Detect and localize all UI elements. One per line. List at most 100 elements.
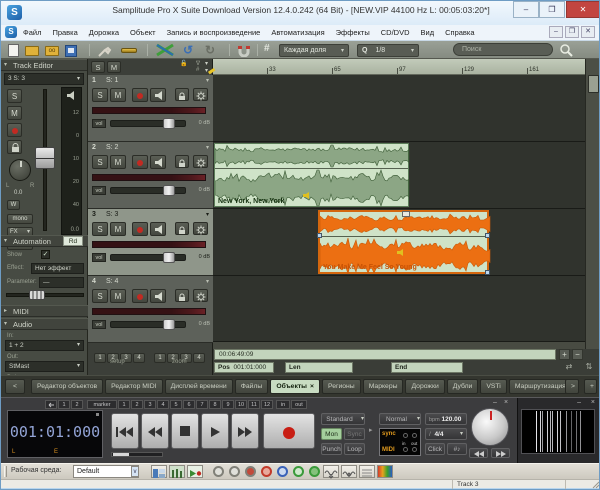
track-mute-button[interactable]: M xyxy=(110,155,126,169)
bpm-select[interactable]: bpm 120.00 xyxy=(425,413,467,425)
track-solo-button[interactable]: S xyxy=(92,88,108,102)
track-selector[interactable]: 3 S: 3 xyxy=(4,73,84,85)
track-solo-button[interactable]: S xyxy=(92,222,108,236)
track-menu-arrow[interactable]: ▾ xyxy=(206,77,209,84)
mixer-icon[interactable] xyxy=(169,465,185,478)
menu-item-5[interactable]: Автоматизация xyxy=(271,25,324,40)
marker-button-9[interactable]: 9 xyxy=(222,400,234,409)
track-volume-thumb[interactable] xyxy=(163,252,175,263)
undo-icon[interactable]: ↺ xyxy=(183,43,193,57)
marker-button-3[interactable]: 3 xyxy=(144,400,156,409)
horizontal-scrollbar[interactable]: 00:06:49:09 xyxy=(214,349,556,360)
monitor-indicator-icon[interactable] xyxy=(293,466,304,477)
object-speaker-icon[interactable] xyxy=(303,186,312,204)
new-project-icon[interactable] xyxy=(8,44,19,57)
snap-magnet-icon[interactable] xyxy=(237,44,251,58)
range-button-1[interactable]: 1 xyxy=(58,400,70,409)
record-arm-button[interactable] xyxy=(7,123,22,137)
track-record-button[interactable] xyxy=(132,289,148,303)
eq-view-icon[interactable] xyxy=(359,465,375,478)
go-to-start-button[interactable] xyxy=(111,413,139,449)
object-handle-right[interactable] xyxy=(485,233,490,238)
menu-item-6[interactable]: Эффекты xyxy=(336,25,370,40)
close-button[interactable]: ✕ xyxy=(566,1,600,18)
track-menu-arrow[interactable]: ▾ xyxy=(206,278,209,285)
marker-button-10[interactable]: 10 xyxy=(235,400,247,409)
tab-8[interactable]: Дубли xyxy=(447,379,479,394)
tab-3[interactable]: Файлы xyxy=(235,379,269,394)
marker-button-1[interactable]: 1 xyxy=(118,400,130,409)
shuttle-slider[interactable] xyxy=(111,452,163,457)
workspace-select[interactable]: Default xyxy=(73,465,139,478)
volume-fader-thumb[interactable] xyxy=(35,147,55,169)
automation-slider-thumb[interactable] xyxy=(29,290,45,300)
object-handle-corner[interactable] xyxy=(485,270,490,275)
menu-item-2[interactable]: Дорожка xyxy=(89,25,119,40)
crossfade-editor-icon[interactable] xyxy=(155,43,175,57)
track-volume-slider[interactable] xyxy=(110,254,186,261)
quantize-select[interactable]: Q1/8 xyxy=(357,44,419,57)
save-icon[interactable] xyxy=(65,45,77,57)
tab-10[interactable]: Маршрутизация xyxy=(509,379,572,394)
time-display[interactable]: 001:01:000 L E xyxy=(7,410,103,458)
track-record-button[interactable] xyxy=(132,155,148,169)
transport-toggle-icon[interactable] xyxy=(187,465,203,478)
transport-minimize-button[interactable]: – xyxy=(493,399,497,406)
solo-indicator-icon[interactable] xyxy=(277,466,288,477)
mon-button[interactable]: Mon xyxy=(321,428,342,440)
punch-in-button[interactable]: in xyxy=(276,400,290,409)
track-editor-header[interactable]: Track Editor xyxy=(1,59,87,71)
ruler-pencil-icon[interactable] xyxy=(207,63,216,72)
range-button-2[interactable]: 2 xyxy=(71,400,83,409)
track-mute-button[interactable]: M xyxy=(110,289,126,303)
end-field[interactable]: End xyxy=(391,362,463,373)
audio-object[interactable]: New York, New York xyxy=(214,143,409,207)
menu-item-0[interactable]: Файл xyxy=(23,25,41,40)
marker-button-11[interactable]: 11 xyxy=(248,400,260,409)
audio-section-header[interactable]: Audio xyxy=(1,318,88,330)
mute-indicator-icon[interactable] xyxy=(261,466,272,477)
grid-icon[interactable]: # xyxy=(264,43,270,57)
marker-button-2[interactable]: 2 xyxy=(131,400,143,409)
track-volume-slider[interactable] xyxy=(110,120,186,127)
track-solo-button[interactable]: S xyxy=(92,155,108,169)
audio-object-selected[interactable]: You Make Me Feel So Young xyxy=(318,210,489,274)
object-volume-handle[interactable] xyxy=(402,211,410,217)
zoom-number-button-1[interactable]: 1 xyxy=(154,353,166,363)
mute-button[interactable]: M xyxy=(7,106,22,120)
track-mute-button[interactable]: M xyxy=(110,222,126,236)
visualization-close-button[interactable]: × xyxy=(591,399,595,406)
timeline-ruler[interactable]: 336597129161193 xyxy=(213,59,585,75)
lock-icon[interactable] xyxy=(7,140,22,154)
workspace-select-arrow[interactable]: v xyxy=(131,466,139,477)
record-all-icon[interactable] xyxy=(245,466,256,477)
track-lock-icon[interactable] xyxy=(175,222,189,235)
effect-select[interactable]: Нет эффект xyxy=(31,263,84,274)
setup-number-button-1[interactable]: 1 xyxy=(94,353,106,363)
arrange-lane-4[interactable] xyxy=(213,276,585,342)
midi-section-header[interactable]: MIDI xyxy=(1,305,88,317)
vertical-arrows-icon[interactable]: ⇅ xyxy=(581,362,597,373)
track-mute-button[interactable]: M xyxy=(110,88,126,102)
marker-button-12[interactable]: 12 xyxy=(261,400,273,409)
track-volume-slider[interactable] xyxy=(110,187,186,194)
draw-tool-icon[interactable] xyxy=(121,48,137,53)
knob-forward-button[interactable] xyxy=(491,448,510,458)
zoom-wave-up-icon[interactable] xyxy=(341,465,357,478)
track-record-button[interactable] xyxy=(132,222,148,236)
expand-arrow-icon[interactable]: ▸ xyxy=(369,426,373,434)
knob-rewind-button[interactable] xyxy=(469,448,488,458)
track-volume-thumb[interactable] xyxy=(163,319,175,330)
track-lock-icon[interactable] xyxy=(175,289,189,302)
scrub-knob[interactable] xyxy=(471,408,509,446)
zoom-in-button[interactable]: + xyxy=(559,349,570,360)
track-header-1[interactable]: 1S: 1▾SMvol0 dB xyxy=(88,75,213,142)
marker-button-5[interactable]: 5 xyxy=(170,400,182,409)
play-button[interactable] xyxy=(201,413,229,449)
tab-close-icon[interactable]: × xyxy=(310,383,314,390)
mute-all-icon[interactable] xyxy=(213,466,224,477)
wet-button[interactable]: W xyxy=(7,200,20,210)
track-menu-arrow[interactable]: ▾ xyxy=(206,211,209,218)
audio-in-select[interactable]: 1 + 2 xyxy=(5,340,84,351)
tabs-prev-button[interactable]: < xyxy=(5,379,25,394)
